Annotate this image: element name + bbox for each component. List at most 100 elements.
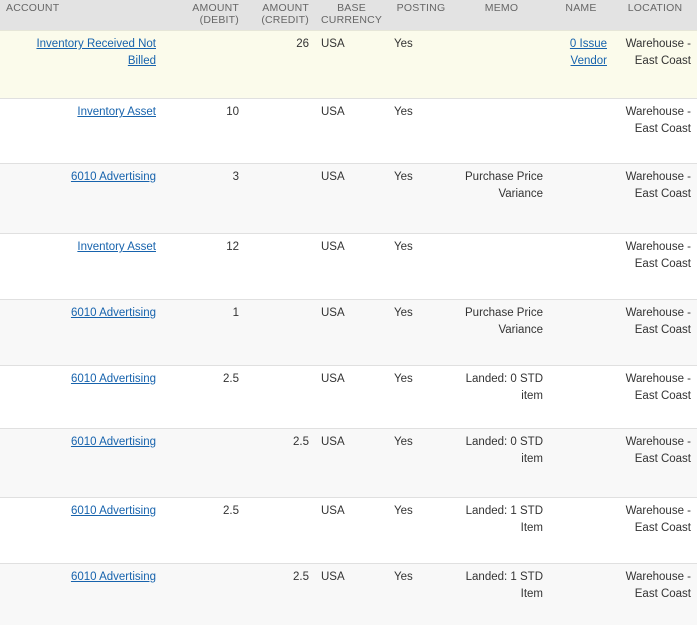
cell-account[interactable]: 6010 Advertising xyxy=(0,365,162,429)
cell-posting: Yes xyxy=(388,365,454,429)
table-row[interactable]: Inventory Asset 10 USA Yes Warehouse - East … xyxy=(0,98,697,164)
cell-name xyxy=(549,98,613,164)
cell-location-text: Warehouse - East Coast xyxy=(625,38,691,67)
cell-amount-debit: 3 xyxy=(162,163,245,234)
table-row[interactable]: 6010 Advertising 2.5 USA Yes Landed: 1 STD I… xyxy=(0,563,697,625)
cell-location: Warehouse - East Coast xyxy=(613,30,697,99)
account-link[interactable]: 6010 Advertising xyxy=(71,505,156,517)
table-row[interactable]: 6010 Advertising 3 USA Yes Purchase Price Va… xyxy=(0,163,697,234)
cell-posting: Yes xyxy=(388,30,454,99)
cell-memo: Landed: 0 STD item xyxy=(454,365,549,429)
cell-base-currency: USA xyxy=(315,233,388,300)
cell-posting-text: Yes xyxy=(394,571,413,583)
column-header-name[interactable]: NAME xyxy=(549,0,613,31)
table-row[interactable]: 6010 Advertising 2.5 USA Yes Landed: 0 STD i… xyxy=(0,428,697,498)
cell-account[interactable]: Inventory Asset xyxy=(0,233,162,300)
cell-posting-text: Yes xyxy=(394,505,413,517)
column-header-memo[interactable]: MEMO xyxy=(454,0,549,31)
column-header-posting[interactable]: POSTING xyxy=(388,0,454,31)
cell-amount-credit xyxy=(245,299,315,366)
table-row[interactable]: 6010 Advertising 2.5 USA Yes Landed: 1 STD I… xyxy=(0,497,697,564)
cell-amount-debit-text: 10 xyxy=(226,106,239,118)
cell-memo-text: Purchase Price Variance xyxy=(465,307,543,336)
name-link[interactable]: 0 Issue Vendor xyxy=(570,38,607,67)
cell-posting-text: Yes xyxy=(394,38,413,50)
cell-amount-debit-text: 2.5 xyxy=(223,505,239,517)
account-link[interactable]: 6010 Advertising xyxy=(71,373,156,385)
cell-name xyxy=(549,497,613,564)
cell-amount-credit-text: 26 xyxy=(296,38,309,50)
column-header-amount-debit[interactable]: AMOUNT (DEBIT) xyxy=(162,0,245,31)
account-link[interactable]: 6010 Advertising xyxy=(71,307,156,319)
table-row[interactable]: Inventory Received Not Billed 26 USA Yes 0 I… xyxy=(0,30,697,99)
cell-memo-text: Landed: 0 STD item xyxy=(465,373,543,402)
account-link[interactable]: 6010 Advertising xyxy=(71,436,156,448)
cell-base-currency: USA xyxy=(315,563,388,625)
cell-amount-credit-text: 2.5 xyxy=(293,436,309,448)
cell-account[interactable]: 6010 Advertising xyxy=(0,428,162,498)
table-row[interactable]: 6010 Advertising 2.5 USA Yes Landed: 0 STD i… xyxy=(0,365,697,429)
cell-name xyxy=(549,299,613,366)
cell-account[interactable]: 6010 Advertising xyxy=(0,299,162,366)
account-link[interactable]: 6010 Advertising xyxy=(71,571,156,583)
cell-memo-text: Landed: 1 STD Item xyxy=(465,505,543,534)
cell-amount-credit xyxy=(245,98,315,164)
cell-memo xyxy=(454,30,549,99)
cell-memo: Landed: 1 STD Item xyxy=(454,497,549,564)
cell-amount-credit xyxy=(245,365,315,429)
cell-base-currency-text: USA xyxy=(321,171,345,183)
cell-account[interactable]: Inventory Received Not Billed xyxy=(0,30,162,99)
cell-name xyxy=(549,428,613,498)
cell-location-text: Warehouse - East Coast xyxy=(625,241,691,270)
cell-base-currency-text: USA xyxy=(321,373,345,385)
column-header-amount-debit-line1: AMOUNT xyxy=(192,2,239,14)
account-link[interactable]: Inventory Asset xyxy=(77,241,156,253)
cell-amount-debit: 10 xyxy=(162,98,245,164)
cell-amount-debit xyxy=(162,563,245,625)
cell-account[interactable]: 6010 Advertising xyxy=(0,563,162,625)
cell-memo: Purchase Price Variance xyxy=(454,163,549,234)
cell-name[interactable]: 0 Issue Vendor xyxy=(549,30,613,99)
cell-name xyxy=(549,233,613,300)
cell-posting: Yes xyxy=(388,233,454,300)
cell-location-text: Warehouse - East Coast xyxy=(625,373,691,402)
cell-base-currency: USA xyxy=(315,163,388,234)
cell-location-text: Warehouse - East Coast xyxy=(625,106,691,135)
cell-account[interactable]: 6010 Advertising xyxy=(0,163,162,234)
cell-amount-debit xyxy=(162,30,245,99)
cell-amount-debit: 1 xyxy=(162,299,245,366)
cell-account[interactable]: 6010 Advertising xyxy=(0,497,162,564)
cell-base-currency: USA xyxy=(315,428,388,498)
table-row[interactable]: 6010 Advertising 1 USA Yes Purchase Price Va… xyxy=(0,299,697,366)
cell-amount-credit: 26 xyxy=(245,30,315,99)
general-ledger-table: ACCOUNT AMOUNT (DEBIT) AMOUNT (CREDIT) B… xyxy=(0,0,697,625)
cell-posting-text: Yes xyxy=(394,373,413,385)
column-header-amount-credit[interactable]: AMOUNT (CREDIT) xyxy=(245,0,315,31)
cell-account[interactable]: Inventory Asset xyxy=(0,98,162,164)
column-header-account[interactable]: ACCOUNT xyxy=(0,0,162,31)
account-link[interactable]: Inventory Asset xyxy=(77,106,156,118)
account-link[interactable]: Inventory Received Not Billed xyxy=(36,38,156,67)
cell-memo-text: Landed: 0 STD item xyxy=(465,436,543,465)
account-link[interactable]: 6010 Advertising xyxy=(71,171,156,183)
table-row[interactable]: Inventory Asset 12 USA Yes Warehouse - East … xyxy=(0,233,697,300)
column-header-location[interactable]: LOCATION xyxy=(613,0,697,31)
cell-location-text: Warehouse - East Coast xyxy=(625,571,691,600)
cell-name xyxy=(549,163,613,234)
cell-memo-text: Landed: 1 STD Item xyxy=(465,571,543,600)
cell-amount-credit: 2.5 xyxy=(245,563,315,625)
cell-posting-text: Yes xyxy=(394,106,413,118)
cell-name xyxy=(549,365,613,429)
cell-amount-debit: 2.5 xyxy=(162,497,245,564)
column-header-amount-credit-line2: (CREDIT) xyxy=(261,13,309,26)
cell-base-currency: USA xyxy=(315,98,388,164)
cell-location-text: Warehouse - East Coast xyxy=(625,436,691,465)
column-header-base-currency[interactable]: BASE CURRENCY xyxy=(315,0,388,31)
cell-base-currency-text: USA xyxy=(321,241,345,253)
cell-location-text: Warehouse - East Coast xyxy=(625,171,691,200)
cell-base-currency: USA xyxy=(315,497,388,564)
column-header-amount-credit-line1: AMOUNT xyxy=(262,2,309,14)
cell-amount-debit-text: 2.5 xyxy=(223,373,239,385)
cell-location-text: Warehouse - East Coast xyxy=(625,307,691,336)
cell-base-currency-text: USA xyxy=(321,106,345,118)
